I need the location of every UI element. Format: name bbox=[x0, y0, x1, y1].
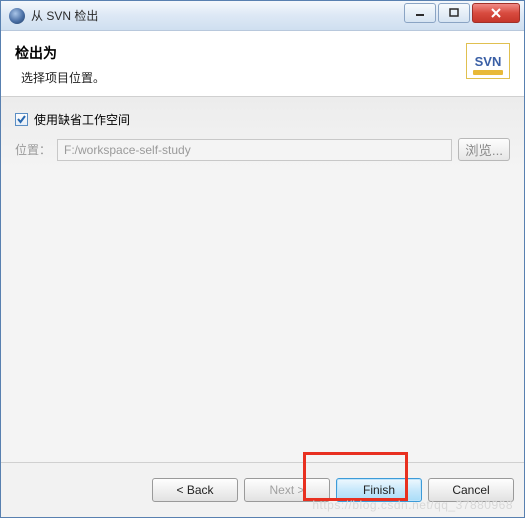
browse-button: 浏览... bbox=[458, 138, 510, 161]
location-input bbox=[57, 139, 452, 161]
use-default-workspace-label: 使用缺省工作空间 bbox=[34, 111, 130, 128]
next-button: Next > bbox=[244, 478, 330, 502]
svn-logo-icon: SVN bbox=[466, 43, 510, 79]
wizard-header: 检出为 选择项目位置。 SVN bbox=[1, 31, 524, 97]
location-row: 位置： 浏览... bbox=[15, 138, 510, 161]
app-icon bbox=[9, 8, 25, 24]
wizard-footer: < Back Next > Finish Cancel bbox=[1, 463, 524, 517]
cancel-button[interactable]: Cancel bbox=[428, 478, 514, 502]
checkmark-icon bbox=[16, 114, 27, 125]
header-text-block: 检出为 选择项目位置。 bbox=[15, 43, 466, 86]
close-button[interactable] bbox=[472, 3, 520, 23]
dialog-window: 从 SVN 检出 检出为 选择项目位置。 SVN 使用缺省工作空间 bbox=[0, 0, 525, 518]
back-button[interactable]: < Back bbox=[152, 478, 238, 502]
default-workspace-row: 使用缺省工作空间 bbox=[15, 111, 510, 128]
titlebar[interactable]: 从 SVN 检出 bbox=[1, 1, 524, 31]
finish-button[interactable]: Finish bbox=[336, 478, 422, 502]
page-subtitle: 选择项目位置。 bbox=[15, 69, 466, 86]
window-controls bbox=[404, 1, 524, 30]
maximize-icon bbox=[449, 8, 459, 18]
minimize-icon bbox=[415, 8, 425, 18]
window-title: 从 SVN 检出 bbox=[31, 7, 404, 24]
maximize-button[interactable] bbox=[438, 3, 470, 23]
minimize-button[interactable] bbox=[404, 3, 436, 23]
page-title: 检出为 bbox=[15, 43, 466, 63]
location-label: 位置： bbox=[15, 141, 51, 158]
wizard-body: 使用缺省工作空间 位置： 浏览... bbox=[1, 97, 524, 463]
close-icon bbox=[490, 8, 502, 18]
svn-logo-text: SVN bbox=[475, 54, 502, 69]
use-default-workspace-checkbox[interactable] bbox=[15, 113, 28, 126]
